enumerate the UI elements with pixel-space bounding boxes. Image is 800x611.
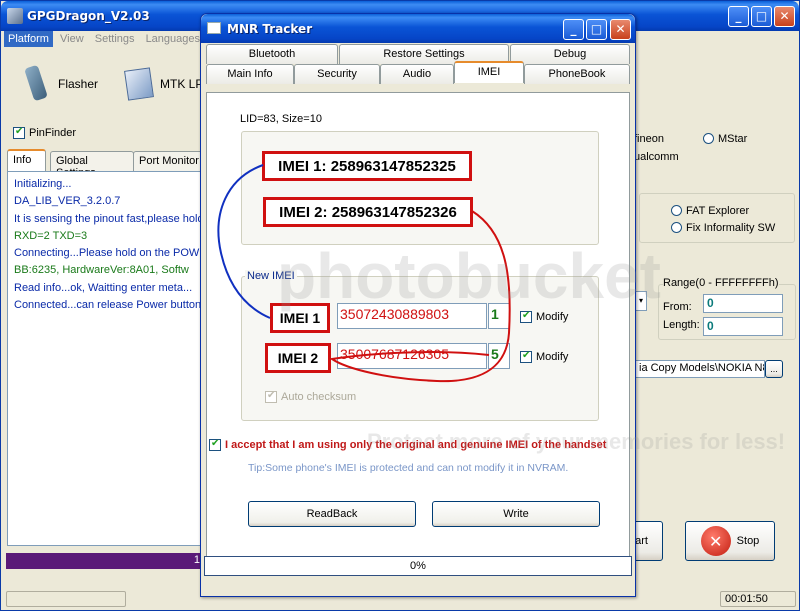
tab-debug[interactable]: Debug [510,44,630,64]
tab-port-monitor[interactable]: Port Monitor [133,151,205,171]
checkbox-icon [520,350,532,363]
menu-languages[interactable]: Languages [142,31,204,47]
log-line: Connected...can release Power button [14,299,202,312]
info-log: Initializing... DA_LIB_VER_3.2.0.7 It is s… [7,171,203,546]
status-cell [6,591,126,607]
app-title: GPGDragon_V2.03 [27,9,150,23]
readback-button[interactable]: ReadBack [248,501,416,527]
log-line: It is sensing the pinout fast,please hol… [14,212,203,225]
checkbox-icon [209,438,221,451]
dropdown-partial[interactable]: ▾ [635,291,647,311]
pinfinder-label: PinFinder [29,127,77,139]
qualcomm-option[interactable]: ualcomm [634,151,679,163]
menu-settings[interactable]: Settings [91,31,139,47]
app-dragon-icon [7,8,23,24]
checkbox-icon [520,310,532,323]
log-line: BB:6235, HardwareVer:8A01, Softw [14,264,189,277]
log-line: RXD=2 TXD=3 [14,229,88,242]
imei1-display: IMEI 1: 258963147852325 [262,151,472,181]
dialog-maximize-button[interactable]: □ [586,19,607,40]
log-line: Connecting...Please hold on the POWE [14,247,203,260]
tab-bluetooth[interactable]: Bluetooth [206,44,338,64]
fat-explorer-option[interactable]: FAT Explorer [671,205,749,217]
current-imei-groupbox [241,131,599,245]
mnr-tracker-dialog: MNR Tracker _ □ ✕ Bluetooth Restore Sett… [200,13,785,597]
imei2-display: IMEI 2: 258963147852326 [263,197,473,227]
status-time: 00:01:50 [720,591,796,607]
new-imei2-input[interactable]: 35007687126305 [337,343,487,369]
app-progress-bar: 1 [6,553,202,569]
menu-view[interactable]: View [56,31,88,47]
document-icon [124,67,154,101]
new-imei2-check-digit[interactable]: 5 [488,343,510,369]
radio-icon [703,133,714,144]
fix-informality-option[interactable]: Fix Informality SW [671,222,775,234]
modify1-checkbox[interactable]: Modify [520,310,568,323]
from-input[interactable]: 0 [703,294,783,313]
log-line: Initializing... [14,178,72,190]
browse-button[interactable]: ... [765,360,783,378]
app-maximize-button[interactable]: □ [751,6,772,27]
tab-info[interactable]: Info [7,149,46,172]
tab-audio[interactable]: Audio [380,64,454,84]
new-imei1-input[interactable]: 35072430889803 [337,303,487,329]
phone-icon [24,66,50,102]
new-imei-legend: New IMEI [245,270,297,282]
mstar-option[interactable]: MStar [703,133,747,145]
range-label: Range(0 - FFFFFFFFh) [663,277,779,289]
tab-phonebook[interactable]: PhoneBook [524,64,630,84]
from-label: From: [663,301,692,313]
tab-security[interactable]: Security [294,64,380,84]
radio-icon [671,205,682,216]
tab-global-settings[interactable]: Global Settings [50,151,134,179]
length-label: Length: [663,319,700,331]
log-line: Read info...ok, Waitting enter meta... [14,281,193,294]
dialog-title-bar[interactable]: MNR Tracker _ □ ✕ [201,14,635,43]
write-button[interactable]: Write [432,501,600,527]
flasher-tool[interactable]: Flasher [24,64,98,104]
checkbox-icon [13,126,25,139]
tab-imei[interactable]: IMEI [454,61,524,83]
accept-checkbox[interactable]: I accept that I am using only the origin… [209,438,606,451]
flasher-label: Flasher [58,77,99,91]
dialog-title: MNR Tracker [227,22,313,36]
dialog-progress-text: 0% [410,560,426,572]
imei-tab-panel: LID=83, Size=10 IMEI 1: 258963147852325 … [206,92,785,562]
stop-button[interactable]: ✕ Stop [685,521,775,561]
new-imei1-label: IMEI 1 [270,303,330,333]
new-imei2-label: IMEI 2 [265,343,331,373]
app-minimize-button[interactable]: _ [728,6,749,27]
stop-icon: ✕ [700,526,731,556]
platform-groupbox [639,193,795,243]
mtk-tool[interactable]: MTK LPE [124,64,211,104]
modify2-checkbox[interactable]: Modify [520,350,568,363]
pinfinder-checkbox[interactable]: PinFinder [13,126,77,139]
lid-info: LID=83, Size=10 [240,113,322,125]
app-close-button[interactable]: ✕ [774,6,795,27]
dialog-close-button[interactable]: ✕ [610,19,631,40]
path-input[interactable]: ia Copy Models\NOKIA N8 N [635,360,765,378]
new-imei1-check-digit[interactable]: 1 [488,303,510,329]
window-icon [207,22,221,34]
menu-platform[interactable]: Platform [4,31,53,47]
tip-text: Tip:Some phone's IMEI is protected and c… [248,462,569,474]
dialog-progress-bar: 0% [204,556,632,576]
log-line: DA_LIB_VER_3.2.0.7 [14,195,121,208]
radio-icon [671,222,682,233]
tab-main-info[interactable]: Main Info [206,64,294,84]
infineon-option[interactable]: fineon [634,133,664,145]
auto-checksum-checkbox[interactable]: Auto checksum [265,390,356,403]
dialog-minimize-button[interactable]: _ [563,19,584,40]
length-input[interactable]: 0 [703,317,783,336]
checkbox-icon [265,390,277,403]
